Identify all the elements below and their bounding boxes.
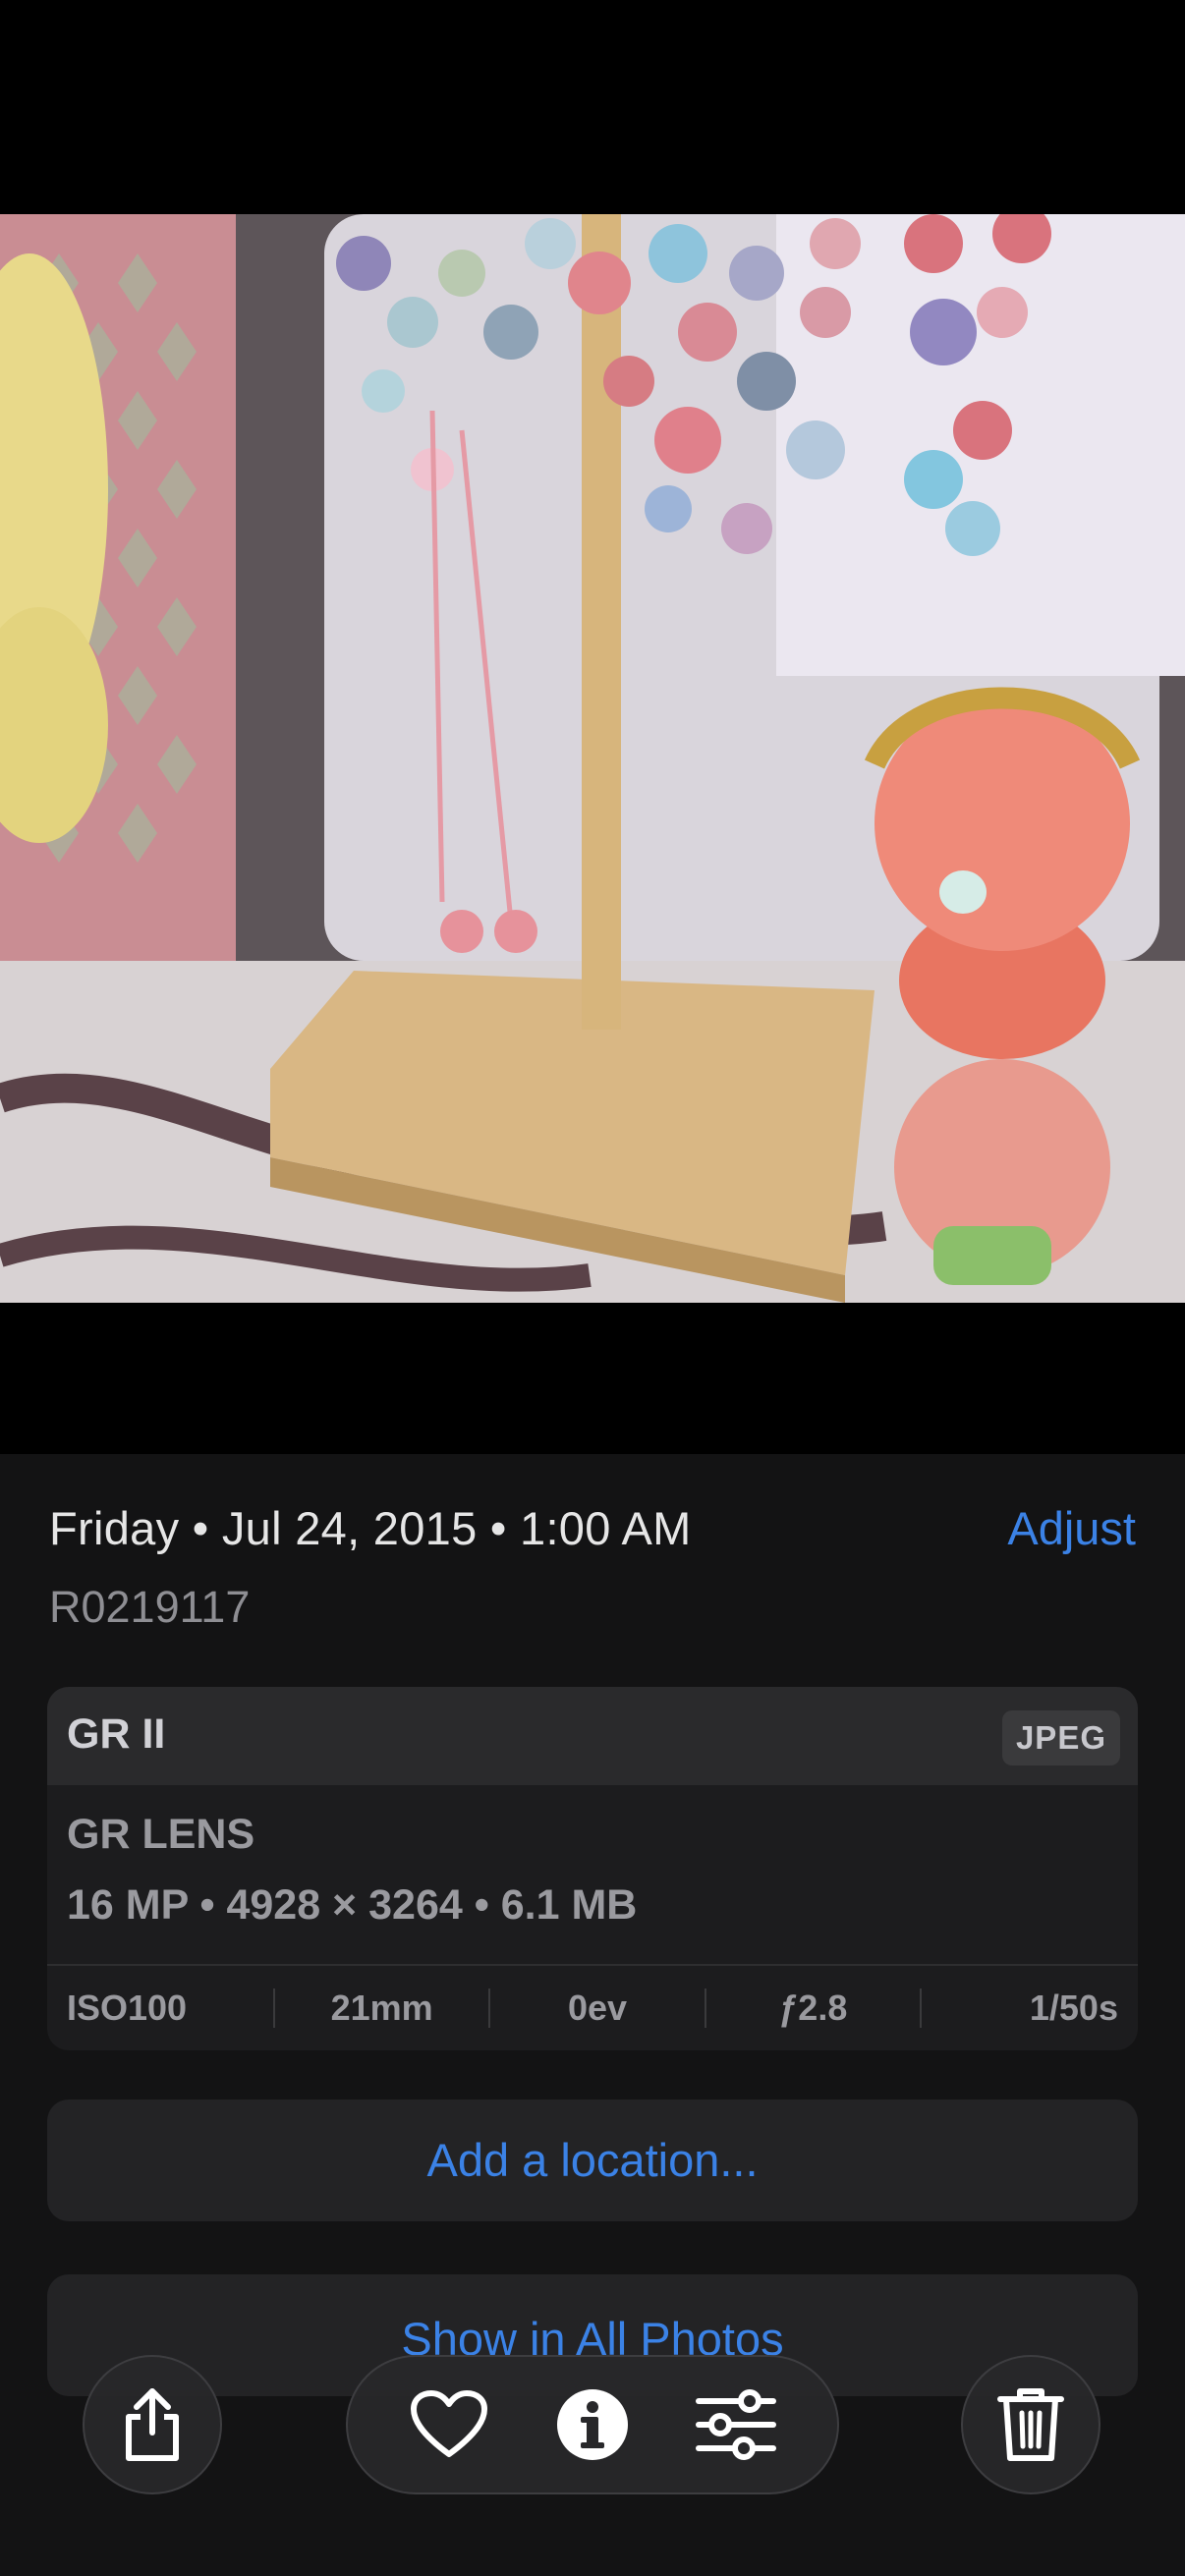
- exif-exposure: 0ev: [567, 1988, 628, 2028]
- metadata-card: GR II JPEG GR LENS 16 MP • 4928 × 3264 •…: [47, 1687, 1138, 2050]
- trash-icon: [987, 2380, 1075, 2469]
- info-icon[interactable]: [548, 2380, 637, 2469]
- exif-shutter: 1/50s: [1029, 1988, 1118, 2028]
- exif-row: ISO100 21mm 0ev ƒ2.8 1/50s: [47, 1966, 1138, 2050]
- delete-button[interactable]: [961, 2355, 1100, 2494]
- exif-focal-length: 21mm: [330, 1988, 433, 2028]
- share-button[interactable]: [83, 2355, 222, 2494]
- photo-actions-toolbar: [346, 2355, 839, 2494]
- adjust-date-button[interactable]: Adjust: [1007, 1501, 1136, 1555]
- image-specs: 16 MP • 4928 × 3264 • 6.1 MB: [67, 1881, 638, 1929]
- heart-icon[interactable]: [405, 2380, 493, 2469]
- format-badge: JPEG: [1001, 1710, 1120, 1765]
- camera-model: GR II: [67, 1710, 166, 1758]
- photo-filename: R0219117: [49, 1582, 251, 1632]
- photo-viewer[interactable]: [0, 0, 1185, 1454]
- lens-name: GR LENS: [67, 1811, 255, 1858]
- photo-image[interactable]: [0, 214, 1185, 1303]
- add-location-button[interactable]: Add a location...: [47, 2100, 1138, 2221]
- sliders-icon[interactable]: [692, 2380, 780, 2469]
- photo-illustration: [0, 214, 1185, 1303]
- exif-aperture: ƒ2.8: [778, 1988, 848, 2028]
- exif-iso: ISO100: [67, 1988, 188, 2028]
- share-icon: [108, 2380, 197, 2469]
- photo-date: Friday • Jul 24, 2015 • 1:00 AM: [49, 1502, 692, 1554]
- metadata-header: GR II JPEG: [47, 1687, 1138, 1785]
